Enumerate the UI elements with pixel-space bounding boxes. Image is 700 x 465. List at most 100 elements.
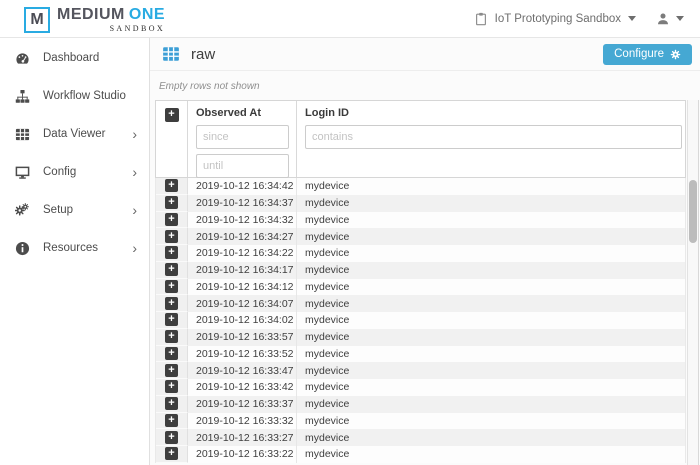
expand-all-cell: + [156,101,188,177]
expand-row-button[interactable]: + [165,431,178,444]
table-row: + 2019-10-12 16:34:12 mydevice [156,279,685,296]
expand-cell: + [156,245,188,262]
row-login-id: mydevice [297,329,685,346]
chevron-down-icon [628,16,636,21]
row-login-id: mydevice [297,362,685,379]
expand-row-button[interactable]: + [165,397,178,410]
table-icon [15,127,31,142]
column-label-observed-at: Observed At [188,105,296,123]
empty-rows-note: Empty rows not shown [150,71,700,101]
content-title-bar: raw Configure [150,38,700,71]
expand-row-button[interactable]: + [165,330,178,343]
row-login-id: mydevice [297,212,685,229]
logo-sandbox: SANDBOX [57,24,165,33]
expand-cell: + [156,178,188,195]
medium-one-logo[interactable]: M MEDIUMONE SANDBOX [24,5,165,33]
expand-row-button[interactable]: + [165,263,178,276]
expand-cell: + [156,212,188,229]
sidebar-item-workflow-studio[interactable]: Workflow Studio [0,77,149,115]
table-scrollbar[interactable] [687,100,699,465]
table-row: + 2019-10-12 16:33:57 mydevice [156,329,685,346]
row-login-id: mydevice [297,195,685,212]
chevron-right-icon: › [132,203,137,217]
sidebar-item-label: Data Viewer [43,128,105,140]
expand-row-button[interactable]: + [165,230,178,243]
sidebar-item-label: Dashboard [43,52,99,64]
dashboard-icon [15,51,31,66]
table-row: + 2019-10-12 16:34:27 mydevice [156,228,685,245]
expand-cell: + [156,346,188,363]
row-observed-at: 2019-10-12 16:34:22 [188,245,297,262]
expand-row-button[interactable]: + [165,179,178,192]
table-row: + 2019-10-12 16:33:52 mydevice [156,346,685,363]
sidebar-item-dashboard[interactable]: Dashboard [0,39,149,77]
table-row: + 2019-10-12 16:33:37 mydevice [156,396,685,413]
row-login-id: mydevice [297,379,685,396]
gear-icon [670,49,681,60]
since-filter-input[interactable] [196,125,289,149]
expand-all-button[interactable]: + [165,108,179,122]
expand-row-button[interactable]: + [165,447,178,460]
expand-cell: + [156,195,188,212]
app-window: M MEDIUMONE SANDBOX IoT Prototyping Sand… [0,0,700,465]
expand-row-button[interactable]: + [165,380,178,393]
sidebar-item-setup[interactable]: Setup › [0,191,149,229]
until-filter-input[interactable] [196,154,289,178]
table-row: + 2019-10-12 16:34:37 mydevice [156,195,685,212]
workspace-label: IoT Prototyping Sandbox [495,13,621,25]
expand-row-button[interactable]: + [165,196,178,209]
row-observed-at: 2019-10-12 16:33:27 [188,429,297,446]
contains-filter-input[interactable] [305,125,682,149]
row-login-id: mydevice [297,413,685,430]
row-observed-at: 2019-10-12 16:33:32 [188,413,297,430]
expand-row-button[interactable]: + [165,297,178,310]
top-bar: M MEDIUMONE SANDBOX IoT Prototyping Sand… [0,0,700,38]
workspace-selector[interactable]: IoT Prototyping Sandbox [474,12,636,26]
expand-cell: + [156,396,188,413]
expand-row-button[interactable]: + [165,213,178,226]
row-login-id: mydevice [297,346,685,363]
row-login-id: mydevice [297,396,685,413]
logo-one: ONE [129,6,165,23]
sidebar: Dashboard Workflow Studio Data Viewer › … [0,38,150,465]
expand-cell: + [156,228,188,245]
expand-row-button[interactable]: + [165,364,178,377]
expand-row-button[interactable]: + [165,347,178,360]
row-observed-at: 2019-10-12 16:33:42 [188,379,297,396]
table-row: + 2019-10-12 16:34:07 mydevice [156,295,685,312]
logo-wordmark: MEDIUMONE [57,5,165,24]
row-login-id: mydevice [297,279,685,296]
row-observed-at: 2019-10-12 16:34:12 [188,279,297,296]
sidebar-item-resources[interactable]: Resources › [0,229,149,267]
expand-row-button[interactable]: + [165,313,178,326]
configure-button-label: Configure [614,48,664,60]
expand-cell: + [156,429,188,446]
configure-button[interactable]: Configure [603,44,692,65]
logo-text: MEDIUMONE SANDBOX [57,5,165,33]
row-observed-at: 2019-10-12 16:34:17 [188,262,297,279]
table-row: + 2019-10-12 16:33:42 mydevice [156,379,685,396]
sidebar-item-config[interactable]: Config › [0,153,149,191]
sidebar-item-data-viewer[interactable]: Data Viewer › [0,115,149,153]
main-content: raw Configure Empty rows not shown + Obs… [150,38,700,465]
chevron-right-icon: › [132,241,137,255]
expand-cell: + [156,262,188,279]
expand-cell: + [156,279,188,296]
sidebar-item-label: Resources [43,242,98,254]
table-row: + 2019-10-12 16:34:32 mydevice [156,212,685,229]
user-menu[interactable] [656,12,684,26]
logo-medium: MEDIUM [57,6,125,23]
chevron-down-icon [676,16,684,21]
expand-row-button[interactable]: + [165,414,178,427]
table-row: + 2019-10-12 16:33:27 mydevice [156,429,685,446]
chevron-right-icon: › [132,165,137,179]
expand-row-button[interactable]: + [165,246,178,259]
row-observed-at: 2019-10-12 16:34:32 [188,212,297,229]
expand-cell: + [156,413,188,430]
row-observed-at: 2019-10-12 16:34:37 [188,195,297,212]
expand-row-button[interactable]: + [165,280,178,293]
table-row: + 2019-10-12 16:34:17 mydevice [156,262,685,279]
sidebar-item-label: Workflow Studio [43,90,126,102]
row-login-id: mydevice [297,178,685,195]
scrollbar-thumb[interactable] [689,180,697,243]
